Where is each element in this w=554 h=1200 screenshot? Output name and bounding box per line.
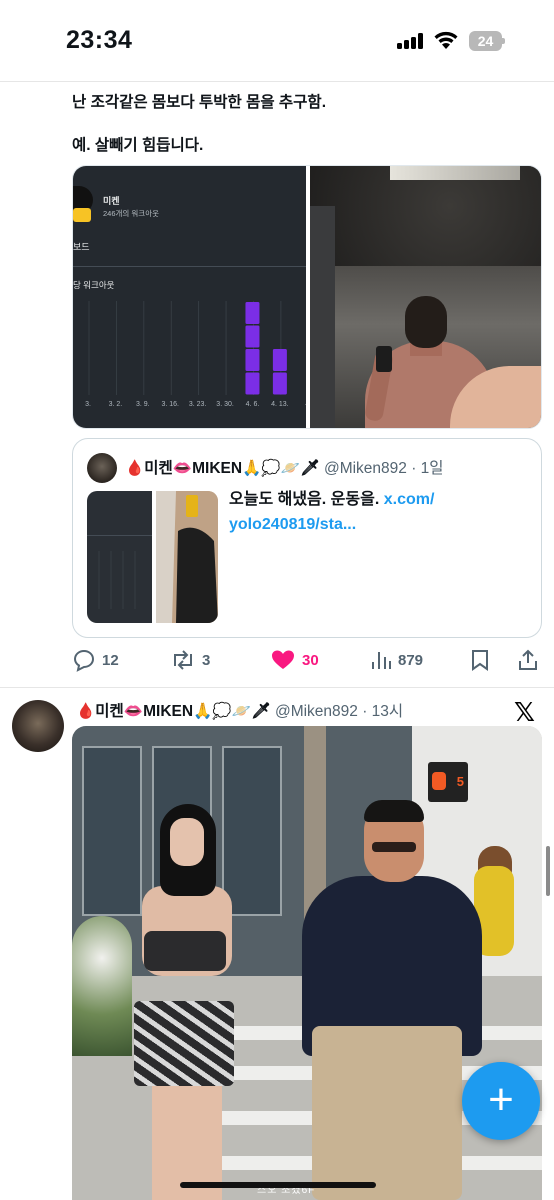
- crosswalk-countdown: 5: [456, 774, 464, 789]
- compose-tweet-button[interactable]: +: [462, 1062, 540, 1140]
- share-icon: [519, 649, 537, 670]
- quoted-tweet-body: 오늘도 해냈음. 운동을. x.com/ yolo240819/sta...: [229, 487, 529, 537]
- tweet-separator: [0, 687, 554, 688]
- tweet-action-bar: 12 3 30 879: [72, 646, 542, 674]
- quoted-tweet-link[interactable]: x.com/: [384, 491, 435, 508]
- chart-x-tick-label: 4. 13.: [271, 401, 289, 408]
- chart-bar-segment: [272, 372, 287, 395]
- tweet-media-grid[interactable]: 미켄 246개의 워크아웃 보드 당 워크아웃 3. 3. 2. 3. 9. 3. 1…: [72, 165, 542, 429]
- battery-level: 24: [469, 31, 502, 51]
- retweet-icon: [174, 650, 192, 670]
- app-chart-title: 당 워크아웃: [73, 280, 115, 290]
- author-avatar[interactable]: [12, 700, 64, 752]
- street-photo[interactable]: 5 스오 조겼6F: [72, 726, 542, 1200]
- app-profile-subtitle: 246개의 워크아웃: [103, 209, 159, 218]
- quoted-author-name[interactable]: 🩸미켄👄MIKEN🙏💭🪐🗡: [125, 460, 320, 477]
- chart-x-tick-label: 3.: [85, 401, 91, 408]
- quoted-media-photo[interactable]: [156, 491, 218, 623]
- chart-bar-segment: [245, 302, 260, 324]
- tweet-text-line-2: 예. 살빼기 힘듭니다.: [72, 137, 204, 154]
- retweet-button[interactable]: 3: [170, 646, 210, 674]
- quoted-tweet-text: 오늘도 해냈음. 운동을.: [229, 491, 380, 508]
- hand-icon: [432, 772, 446, 790]
- phone-in-photo: [376, 346, 392, 372]
- status-time: 23:34: [66, 26, 133, 54]
- crosswalk-signal: 5: [428, 762, 468, 802]
- reply-button[interactable]: 12: [72, 646, 119, 674]
- heart-icon: [272, 650, 294, 669]
- quoted-author-handle: @Miken892 · 1일: [323, 460, 444, 477]
- chart-x-tick-label: 3. 16.: [161, 401, 179, 408]
- views-count: 879: [398, 651, 424, 669]
- author-handle: @Miken892 · 13시: [274, 703, 404, 720]
- chart-bar-segment: [272, 349, 287, 371]
- scrollbar[interactable]: [546, 846, 550, 896]
- reply-count: 12: [102, 651, 119, 669]
- quoted-media-app-screenshot[interactable]: [87, 491, 152, 623]
- chart-x-tick-label: 3. 9.: [136, 401, 150, 408]
- tweet-header: 🩸미켄👄MIKEN🙏💭🪐🗡 @Miken892 · 13시: [76, 699, 403, 721]
- chart-x-tick-label: 4. 6.: [246, 401, 260, 408]
- app-profile-name: 미켄: [103, 196, 120, 206]
- quoted-tweet[interactable]: 🩸미켄👄MIKEN🙏💭🪐🗡 @Miken892 · 1일 오늘도 해냈음. 운동…: [72, 438, 542, 638]
- app-section-title: 보드: [73, 242, 90, 252]
- quoted-tweet-link-continued[interactable]: yolo240819/sta...: [229, 516, 356, 533]
- tweet-text-line-1: 난 조각같은 몸보다 투박한 몸을 추구함.: [72, 94, 326, 111]
- reply-icon: [73, 649, 95, 672]
- chart-bar-segment: [245, 372, 260, 395]
- crown-icon: [73, 208, 91, 222]
- chart-x-tick-label: 4: [305, 401, 306, 408]
- quoted-author-avatar[interactable]: [87, 453, 117, 483]
- bookmark-button[interactable]: [469, 646, 497, 674]
- mirror-selfie-photo[interactable]: [310, 166, 541, 428]
- app-divider: [73, 266, 306, 267]
- x-logo-icon: 𝕏: [514, 697, 535, 727]
- retweet-count: 3: [202, 651, 211, 669]
- chart-x-tick-label: 3. 30.: [216, 401, 234, 408]
- wifi-icon: [434, 31, 458, 49]
- like-button[interactable]: 30: [270, 646, 319, 674]
- workout-bar-chart: 3. 3. 2. 3. 9. 3. 16. 3. 23. 3. 30. 4. 6. 4. 13…: [85, 301, 306, 408]
- battery-icon: 24: [469, 31, 505, 51]
- views-button[interactable]: 879: [370, 646, 423, 674]
- chart-bar-segment: [245, 349, 260, 371]
- chart-x-tick-label: 3. 23.: [189, 401, 207, 408]
- status-bar: 23:34 24: [0, 0, 554, 82]
- workout-app-screenshot[interactable]: 미켄 246개의 워크아웃 보드 당 워크아웃 3. 3. 2. 3. 9. 3. 1…: [73, 166, 306, 428]
- chart-bar-segment: [245, 325, 260, 348]
- home-indicator[interactable]: [180, 1182, 376, 1188]
- bookmark-icon: [472, 650, 488, 671]
- signal-icon: [397, 33, 425, 49]
- author-name[interactable]: 🩸미켄👄MIKEN🙏💭🪐🗡: [76, 703, 271, 720]
- views-icon: [372, 652, 391, 669]
- chart-x-tick-label: 3. 2.: [109, 401, 123, 408]
- like-count: 30: [302, 651, 319, 669]
- share-button[interactable]: [516, 646, 546, 674]
- quoted-tweet-header: 🩸미켄👄MIKEN🙏💭🪐🗡 @Miken892 · 1일: [125, 456, 444, 478]
